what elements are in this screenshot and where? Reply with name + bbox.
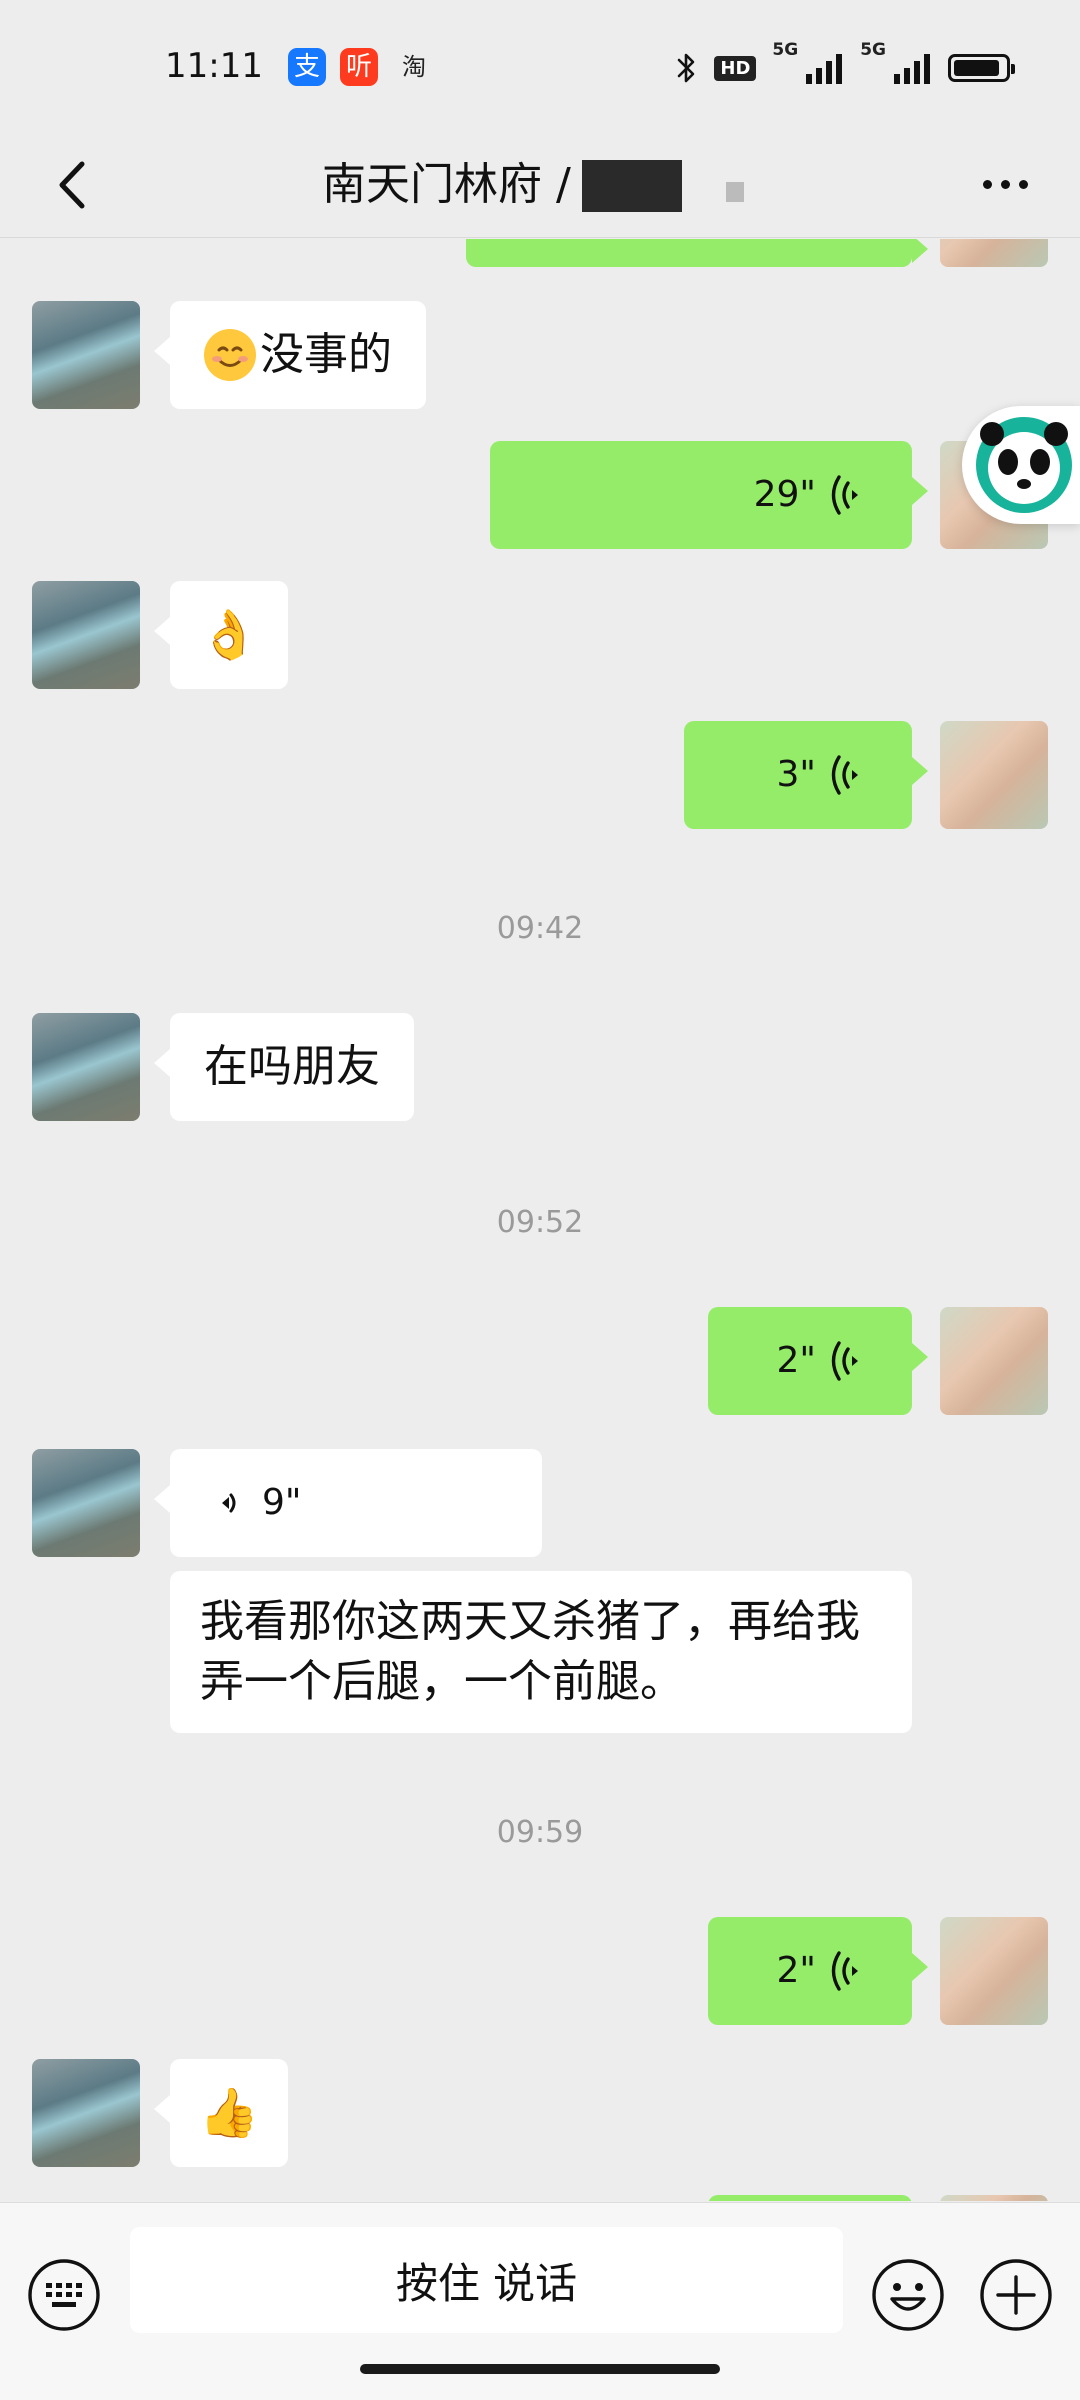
my-avatar[interactable] bbox=[940, 2195, 1048, 2201]
thumbs-up-emoji: 👍 bbox=[199, 2085, 259, 2141]
chat-header: 南天门林府 / bbox=[0, 130, 1080, 238]
voice-duration: 2" bbox=[776, 1340, 816, 1381]
status-indicators: HD 5G 5G bbox=[676, 40, 1015, 96]
voice-duration: 29" bbox=[753, 474, 816, 515]
battery-icon bbox=[948, 54, 1015, 82]
contact-avatar[interactable] bbox=[32, 1013, 140, 1121]
timestamp: 09:52 bbox=[496, 1205, 584, 1240]
bluetooth-icon bbox=[678, 53, 695, 83]
message-bubble-incoming[interactable]: 👌 bbox=[154, 581, 288, 689]
voice-message-bubble[interactable]: 2" bbox=[708, 1307, 928, 1415]
panda-icon bbox=[976, 417, 1072, 513]
keyboard-toggle-icon[interactable] bbox=[26, 2257, 102, 2333]
voice-wave-icon bbox=[831, 755, 858, 795]
contact-avatar[interactable] bbox=[32, 1449, 140, 1557]
network-type-label: 5G bbox=[772, 40, 799, 60]
contact-avatar[interactable] bbox=[32, 2059, 140, 2167]
signal-strength-icon-2 bbox=[894, 54, 930, 84]
back-arrow-icon[interactable] bbox=[40, 150, 110, 220]
message-text: 在吗朋友 bbox=[204, 1041, 380, 1092]
more-dot-icon bbox=[1018, 179, 1028, 189]
taobao-notification-icon: 淘 bbox=[402, 53, 426, 81]
timestamp: 09:59 bbox=[496, 1815, 584, 1850]
wechat-chat-screen: 11:11 支 听 淘 HD 5G 5G 南天门林府 / 没事的 29" 👌 3… bbox=[0, 0, 1080, 2400]
voice-message-bubble[interactable]: 29" bbox=[490, 441, 928, 549]
voice-wave-icon bbox=[831, 1341, 858, 1381]
message-bubble-incoming[interactable]: 没事的 bbox=[154, 301, 426, 409]
message-bubble-incoming[interactable]: 👍 bbox=[154, 2059, 288, 2167]
smiling-face-icon bbox=[204, 329, 256, 381]
voice-message-bubble[interactable]: 2" bbox=[708, 1917, 928, 2025]
message-text: 我看那你这两天又杀猪了，再给我弄一个后腿，一个前腿。 bbox=[200, 1596, 860, 1707]
more-dot-icon bbox=[982, 179, 992, 189]
my-avatar[interactable] bbox=[940, 1917, 1048, 2025]
voice-wave-icon bbox=[222, 1493, 236, 1513]
emoji-picker-icon[interactable] bbox=[870, 2257, 946, 2333]
timestamp: 09:42 bbox=[496, 911, 584, 946]
voice-wave-icon bbox=[831, 475, 858, 515]
battery-level bbox=[954, 60, 999, 76]
redacted-name-block bbox=[582, 160, 682, 212]
message-bubble-partial[interactable] bbox=[466, 239, 928, 267]
home-indicator[interactable] bbox=[360, 2364, 720, 2374]
status-bar: 11:11 支 听 淘 HD 5G 5G bbox=[0, 0, 1080, 130]
contact-avatar[interactable] bbox=[32, 581, 140, 689]
chat-title: 南天门林府 / bbox=[322, 159, 571, 210]
more-functions-plus-icon[interactable] bbox=[978, 2257, 1054, 2333]
hold-to-talk-button[interactable]: 按住 说话 bbox=[130, 2227, 843, 2333]
my-avatar[interactable] bbox=[940, 1307, 1048, 1415]
voice-message-bubble-incoming[interactable]: 9" bbox=[154, 1449, 542, 1557]
contact-avatar[interactable] bbox=[32, 301, 140, 409]
more-options-button[interactable] bbox=[970, 152, 1040, 216]
voice-wave-icon bbox=[831, 1951, 858, 1991]
voice-duration: 9" bbox=[262, 1482, 302, 1523]
network-type-label-2: 5G bbox=[860, 40, 886, 60]
voice-message-bubble[interactable]: 3" bbox=[684, 721, 928, 829]
status-time: 11:11 bbox=[165, 46, 263, 86]
message-bubble-partial[interactable] bbox=[708, 2195, 912, 2201]
ximalaya-notification-icon: 听 bbox=[340, 48, 378, 86]
voice-duration: 2" bbox=[776, 1950, 816, 1991]
message-list[interactable]: 没事的 29" 👌 3" 09:42 在吗朋友 09:52 2" 9" 我看那你… bbox=[0, 239, 1080, 2201]
message-text: 没事的 bbox=[260, 329, 392, 380]
hd-voice-badge: HD bbox=[714, 55, 757, 81]
my-avatar[interactable] bbox=[940, 721, 1048, 829]
voice-transcription-bubble[interactable]: 我看那你这两天又杀猪了，再给我弄一个后腿，一个前腿。 bbox=[170, 1571, 912, 1733]
ok-hand-emoji: 👌 bbox=[199, 607, 259, 663]
more-dot-icon bbox=[1000, 179, 1010, 189]
redacted-name-block-2 bbox=[726, 182, 744, 202]
voice-duration: 3" bbox=[776, 754, 816, 795]
message-bubble-incoming[interactable]: 在吗朋友 bbox=[154, 1013, 414, 1121]
my-avatar[interactable] bbox=[940, 239, 1048, 267]
alipay-notification-icon: 支 bbox=[288, 48, 326, 86]
signal-strength-icon bbox=[806, 54, 843, 84]
floating-assistant-button[interactable] bbox=[962, 406, 1080, 524]
